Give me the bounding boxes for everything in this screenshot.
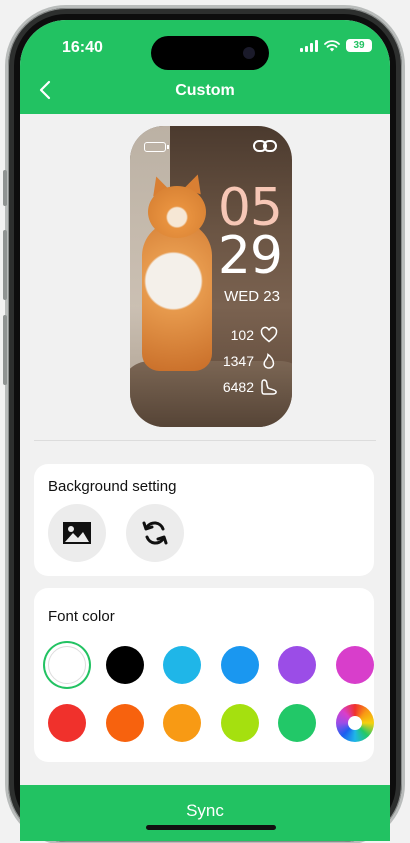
calories-value: 1347 <box>222 353 254 369</box>
choose-image-button[interactable] <box>48 504 106 562</box>
refresh-icon <box>142 521 168 545</box>
reset-background-button[interactable] <box>126 504 184 562</box>
background-setting-title: Background setting <box>48 478 177 495</box>
bottom-bar: Sync <box>20 785 390 841</box>
home-indicator <box>146 825 276 830</box>
steps-stat: 6482 <box>223 378 278 396</box>
color-swatch[interactable] <box>105 704 144 742</box>
link-icon <box>253 140 277 152</box>
status-icons: 39 <box>300 39 372 52</box>
divider <box>34 440 376 441</box>
sync-button[interactable]: Sync <box>20 801 390 821</box>
color-swatch[interactable] <box>278 704 316 742</box>
watch-face-preview: 05 29 WED 23 102 1347 6482 <box>130 126 292 427</box>
steps-value: 6482 <box>222 379 254 395</box>
volume-up-button <box>3 230 7 300</box>
color-swatch[interactable] <box>278 646 316 684</box>
color-swatch[interactable] <box>163 704 201 742</box>
color-swatch[interactable] <box>163 646 201 684</box>
font-color-title: Font color <box>48 608 115 625</box>
heart-icon <box>260 326 278 343</box>
color-swatch[interactable] <box>220 704 259 742</box>
cat-head <box>148 186 206 238</box>
wifi-icon <box>324 39 340 51</box>
color-swatch[interactable] <box>48 646 86 684</box>
cat-image <box>142 221 212 371</box>
dynamic-island <box>151 36 269 70</box>
side-button <box>3 170 7 206</box>
heart-rate-stat: 102 <box>231 326 278 344</box>
page-title: Custom <box>175 82 235 99</box>
custom-color-wheel-swatch[interactable] <box>335 704 374 742</box>
flame-icon <box>263 353 275 369</box>
battery-indicator: 39 <box>346 39 372 52</box>
calories-stat: 1347 <box>223 352 278 370</box>
heart-rate-value: 102 <box>230 327 254 343</box>
color-swatch[interactable] <box>220 646 259 684</box>
font-color-card: Font color <box>34 588 374 762</box>
status-time: 16:40 <box>62 39 103 56</box>
app-screen: 16:40 39 Custom 05 29 WED 23 102 1347 64… <box>20 20 390 841</box>
image-icon <box>63 522 91 544</box>
background-setting-card: Background setting <box>34 464 374 576</box>
color-swatch[interactable] <box>48 704 86 742</box>
header-bar: 16:40 39 Custom <box>20 20 390 114</box>
signal-icon <box>300 39 318 52</box>
watch-minute: 29 <box>217 226 283 286</box>
volume-down-button <box>3 315 7 385</box>
watch-date: WED 23 <box>224 288 280 305</box>
color-swatch[interactable] <box>335 646 374 684</box>
shoe-icon <box>261 379 277 395</box>
color-swatch[interactable] <box>105 646 144 684</box>
color-wheel-center <box>347 716 362 730</box>
battery-icon <box>144 142 169 152</box>
